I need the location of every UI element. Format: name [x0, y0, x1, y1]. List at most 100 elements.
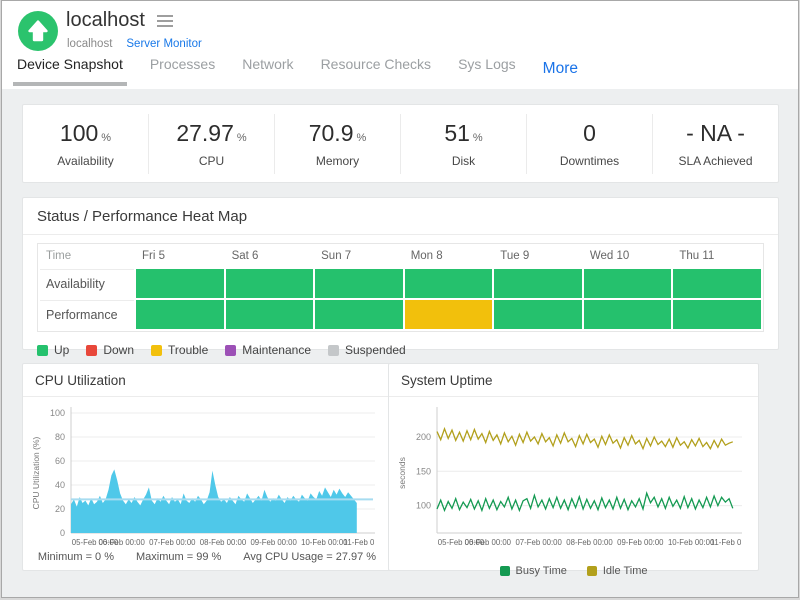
svg-text:40: 40: [55, 480, 65, 490]
system-uptime-chart: 200150100seconds05-Feb 00:0006-Feb 00:00…: [395, 401, 750, 549]
heatmap-cell-availability-fri-5[interactable]: [136, 269, 224, 298]
uptime-legend-idle-time: Idle Time: [587, 565, 648, 577]
legend-label: Down: [103, 343, 134, 357]
heatmap-header-row: TimeFri 5Sat 6Sun 7Mon 8Tue 9Wed 10Thu 1…: [40, 246, 761, 267]
cpu-summary-item: Maximum = 99 %: [136, 551, 221, 563]
stat-value-row: 27.97%: [149, 120, 274, 147]
cpu-chart-title: CPU Utilization: [23, 364, 391, 397]
legend-swatch-idle-time: [587, 566, 597, 576]
tab-more[interactable]: More: [543, 60, 578, 92]
heatmap-cell-performance-thu-11[interactable]: [673, 300, 761, 329]
legend-swatch-trouble: [151, 345, 162, 356]
heatmap-col-time: Time: [40, 246, 134, 267]
stat-value: - NA -: [686, 120, 745, 146]
page-title: localhost: [66, 9, 145, 32]
heatmap-cell-performance-tue-9[interactable]: [494, 300, 582, 329]
heatmap-cell-performance-mon-8[interactable]: [405, 300, 493, 329]
stat-value: 100: [60, 120, 98, 146]
stat-unit: %: [101, 132, 111, 144]
heatmap-col-sun-7: Sun 7: [315, 246, 403, 267]
svg-text:100: 100: [50, 408, 65, 418]
stat-unit: %: [237, 132, 247, 144]
heatmap-col-wed-10: Wed 10: [584, 246, 672, 267]
tab-processes[interactable]: Processes: [150, 56, 215, 86]
heatmap-col-fri-5: Fri 5: [136, 246, 224, 267]
svg-text:07-Feb 00:00: 07-Feb 00:00: [149, 538, 196, 547]
stat-label: Availability: [23, 154, 148, 168]
tab-device-snapshot[interactable]: Device Snapshot: [17, 56, 123, 86]
legend-swatch-suspended: [328, 345, 339, 356]
heatmap-cell-availability-tue-9[interactable]: [494, 269, 582, 298]
legend-label: Trouble: [168, 343, 208, 357]
svg-text:06-Feb 00:00: 06-Feb 00:00: [98, 538, 145, 547]
legend-swatch-busy-time: [500, 566, 510, 576]
stat-disk: 51%Disk: [401, 114, 527, 174]
svg-text:10-Feb 00:00: 10-Feb 00:00: [668, 538, 715, 547]
heatmap-card: Status / Performance Heat Map TimeFri 5S…: [22, 197, 779, 350]
legend-label: Idle Time: [603, 565, 648, 577]
heatmap-cell-availability-mon-8[interactable]: [405, 269, 493, 298]
heatmap-row-performance: Performance: [40, 300, 761, 329]
heatmap-legend: Up Down Trouble Maintenance Suspended: [23, 336, 778, 364]
stat-value: 51: [444, 120, 470, 146]
svg-text:11-Feb 0: 11-Feb 0: [711, 538, 742, 547]
system-uptime-card: System Uptime 200150100seconds05-Feb 00:…: [388, 363, 759, 571]
uptime-legend-busy-time: Busy Time: [500, 565, 567, 577]
legend-label: Up: [54, 343, 69, 357]
stat-value-row: 51%: [401, 120, 526, 147]
stat-value-row: - NA -: [653, 120, 778, 147]
cpu-utilization-card: CPU Utilization 100806040200CPU Utilizat…: [22, 363, 392, 571]
tab-network[interactable]: Network: [242, 56, 293, 86]
stat-unit: %: [473, 132, 483, 144]
header: localhost localhost Server Monitor Devic…: [2, 1, 798, 89]
stat-value-row: 100%: [23, 120, 148, 147]
heatmap-col-mon-8: Mon 8: [405, 246, 493, 267]
uptime-chart-title: System Uptime: [389, 364, 758, 397]
svg-text:09-Feb 00:00: 09-Feb 00:00: [617, 538, 664, 547]
svg-text:09-Feb 00:00: 09-Feb 00:00: [250, 538, 297, 547]
stat-value: 27.97: [176, 120, 234, 146]
svg-text:60: 60: [55, 456, 65, 466]
content-area: 100%Availability27.97%CPU70.9%Memory51%D…: [2, 89, 798, 597]
breadcrumb-host: localhost: [67, 38, 112, 50]
stat-value-row: 70.9%: [275, 120, 400, 147]
heatmap-table: TimeFri 5Sat 6Sun 7Mon 8Tue 9Wed 10Thu 1…: [37, 243, 764, 332]
stat-label: Memory: [275, 154, 400, 168]
stat-value: 70.9: [309, 120, 354, 146]
stat-availability: 100% Availability: [23, 114, 149, 174]
cpu-summary-item: Minimum = 0 %: [38, 551, 114, 563]
legend-item-down: Down: [86, 343, 134, 357]
svg-text:0: 0: [60, 528, 65, 538]
legend-swatch-down: [86, 345, 97, 356]
svg-text:08-Feb 00:00: 08-Feb 00:00: [200, 538, 247, 547]
legend-label: Maintenance: [242, 343, 311, 357]
svg-text:seconds: seconds: [397, 457, 407, 489]
svg-text:07-Feb 00:00: 07-Feb 00:00: [515, 538, 562, 547]
heatmap-cell-availability-sun-7[interactable]: [315, 269, 403, 298]
heatmap-cell-availability-thu-11[interactable]: [673, 269, 761, 298]
legend-item-up: Up: [37, 343, 69, 357]
heatmap-cell-performance-sun-7[interactable]: [315, 300, 403, 329]
heatmap-cell-performance-sat-6[interactable]: [226, 300, 314, 329]
breadcrumb-monitor-type-link[interactable]: Server Monitor: [126, 38, 201, 50]
heatmap-row-availability: Availability: [40, 269, 761, 298]
tab-sys-logs[interactable]: Sys Logs: [458, 56, 516, 86]
stat-unit: %: [356, 132, 366, 144]
heatmap-cell-availability-wed-10[interactable]: [584, 269, 672, 298]
heatmap-cell-availability-sat-6[interactable]: [226, 269, 314, 298]
stat-sla-achieved: - NA -SLA Achieved: [653, 114, 778, 174]
heatmap-cell-performance-fri-5[interactable]: [136, 300, 224, 329]
hamburger-menu-icon[interactable]: [157, 12, 173, 30]
heatmap-col-tue-9: Tue 9: [494, 246, 582, 267]
heatmap-row-label: Performance: [40, 300, 134, 329]
tab-resource-checks[interactable]: Resource Checks: [321, 56, 432, 86]
cpu-summary: Minimum = 0 %Maximum = 99 %Avg CPU Usage…: [29, 551, 385, 563]
svg-text:100: 100: [416, 501, 431, 511]
heatmap-body: AvailabilityPerformance: [40, 269, 761, 329]
stat-label: Downtimes: [527, 154, 652, 168]
legend-label: Suspended: [345, 343, 406, 357]
heatmap-cell-performance-wed-10[interactable]: [584, 300, 672, 329]
svg-text:10-Feb 00:00: 10-Feb 00:00: [301, 538, 348, 547]
svg-text:08-Feb 00:00: 08-Feb 00:00: [566, 538, 613, 547]
legend-swatch-up: [37, 345, 48, 356]
